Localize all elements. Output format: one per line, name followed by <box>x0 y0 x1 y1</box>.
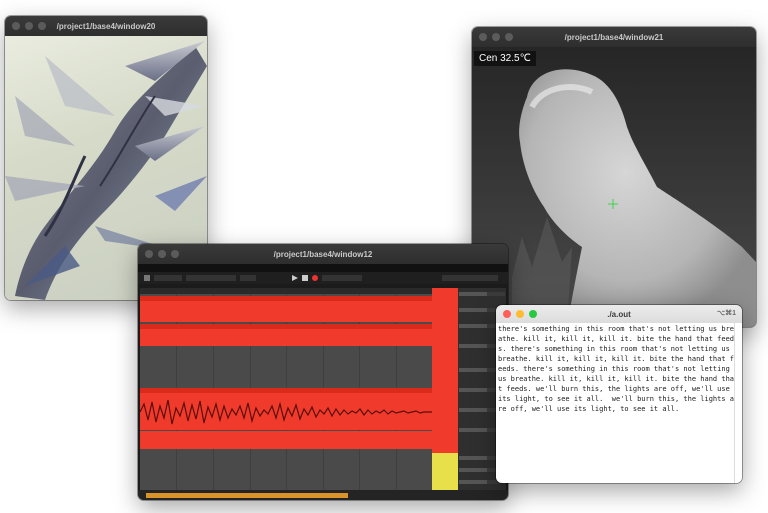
window21-title: /project1/base4/window21 <box>564 32 664 42</box>
mixer-panel[interactable] <box>432 288 506 495</box>
clip-slot-yellow[interactable] <box>432 453 458 493</box>
window20-titlebar[interactable]: /project1/base4/window20 <box>5 16 207 36</box>
zoom-button[interactable] <box>38 22 46 30</box>
terminal-output: there's something in this room that's no… <box>498 325 735 413</box>
terminal-content[interactable]: there's something in this room that's no… <box>496 323 742 483</box>
audio-clip-waveform[interactable] <box>140 388 432 430</box>
status-strip <box>146 493 348 498</box>
clip-header <box>140 296 432 301</box>
window12-titlebar[interactable]: /project1/base4/window12 <box>138 244 508 264</box>
minimize-button[interactable] <box>516 310 524 318</box>
window12[interactable]: /project1/base4/window12 <box>138 244 508 500</box>
window-controls <box>479 33 513 41</box>
close-button[interactable] <box>145 250 153 258</box>
daw-status-bar <box>138 490 508 500</box>
window-controls <box>503 310 537 318</box>
close-button[interactable] <box>479 33 487 41</box>
audio-clip[interactable] <box>140 431 432 449</box>
terminal-titlebar[interactable]: ./a.out ⌥⌘1 <box>496 305 742 323</box>
clip-header <box>140 388 432 393</box>
minimize-button[interactable] <box>25 22 33 30</box>
waveform <box>140 399 432 425</box>
zoom-button[interactable] <box>505 33 513 41</box>
daw-top-strip <box>138 264 508 272</box>
audio-clip[interactable] <box>140 296 432 322</box>
window12-title: /project1/base4/window12 <box>273 249 373 259</box>
temperature-readout: Cen 32.5℃ <box>474 51 536 66</box>
daw-workspace <box>138 264 508 500</box>
close-button[interactable] <box>12 22 20 30</box>
minimize-button[interactable] <box>492 33 500 41</box>
transport-controls[interactable] <box>142 272 502 284</box>
close-button[interactable] <box>503 310 511 318</box>
audio-clip[interactable] <box>140 324 432 346</box>
terminal-window[interactable]: ./a.out ⌥⌘1 there's something in this ro… <box>496 305 742 483</box>
zoom-button[interactable] <box>171 250 179 258</box>
window20-title: /project1/base4/window20 <box>56 21 156 31</box>
daw-control-bar[interactable] <box>138 272 508 284</box>
terminal-title: ./a.out <box>607 309 631 319</box>
minimize-button[interactable] <box>158 250 166 258</box>
window21[interactable]: /project1/base4/window21 Cen 32.5℃ <box>472 27 756 327</box>
clip-header <box>140 324 432 329</box>
scrollbar[interactable] <box>734 323 740 483</box>
terminal-shortcut: ⌥⌘1 <box>717 310 736 317</box>
thermal-camera-view: Cen 32.5℃ <box>472 47 756 327</box>
arrangement-view[interactable] <box>140 288 432 495</box>
window-controls <box>12 22 46 30</box>
window21-titlebar[interactable]: /project1/base4/window21 <box>472 27 756 47</box>
window-controls <box>145 250 179 258</box>
zoom-button[interactable] <box>529 310 537 318</box>
thermal-silhouette-image <box>472 47 756 327</box>
